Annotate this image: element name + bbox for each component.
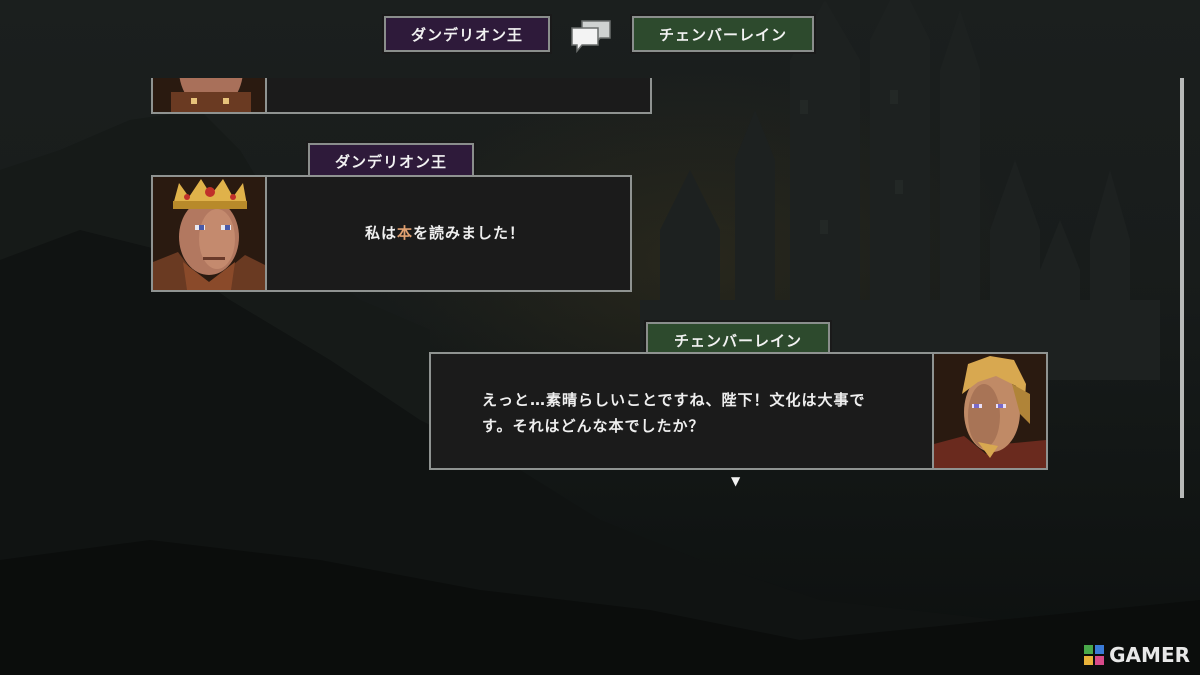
header-speaker-left-name: ダンデリオン王	[410, 25, 523, 44]
header-speaker-right-name: チェンバーレイン	[658, 25, 787, 44]
speaker-name: チェンバーレイン	[673, 331, 802, 350]
log-scrollbar-thumb[interactable]	[1180, 78, 1184, 498]
dialogue-line-1: えっと…素晴らしいことですね、陛下！文化は大事で	[482, 391, 866, 409]
highlighted-keyword: 本	[397, 224, 414, 242]
log-entry-0	[151, 78, 652, 114]
watermark: GAMER	[1083, 643, 1190, 667]
chamberlain-portrait	[932, 352, 1048, 470]
advance-indicator[interactable]: ▼	[731, 474, 740, 488]
header-speaker-left: ダンデリオン王	[382, 14, 552, 54]
speaker-plate-king: ダンデリオン王	[306, 141, 476, 181]
king-portrait	[151, 175, 267, 292]
game-screen: ダンデリオン王 チェンバーレイン ダンデリオン王 私は本を読みました！ チェンバ…	[0, 0, 1200, 675]
dialogue-line-2: す。それはどんな本でしたか？	[482, 417, 705, 435]
dialogue-text-king: 私は本を読みました！	[365, 224, 526, 242]
dialogue-text-chamberlain: えっと…素晴らしいことですね、陛下！文化は大事で す。それはどんな本でしたか？	[482, 387, 866, 439]
speech-bubbles-icon	[568, 18, 616, 54]
speaker-name: ダンデリオン王	[334, 152, 447, 171]
header-speaker-right: チェンバーレイン	[630, 14, 816, 54]
gamer-logo-icon	[1084, 645, 1105, 665]
king-portrait-cropped	[151, 78, 267, 114]
log-scrollbar[interactable]	[1180, 78, 1184, 498]
watermark-text: GAMER	[1109, 643, 1190, 667]
